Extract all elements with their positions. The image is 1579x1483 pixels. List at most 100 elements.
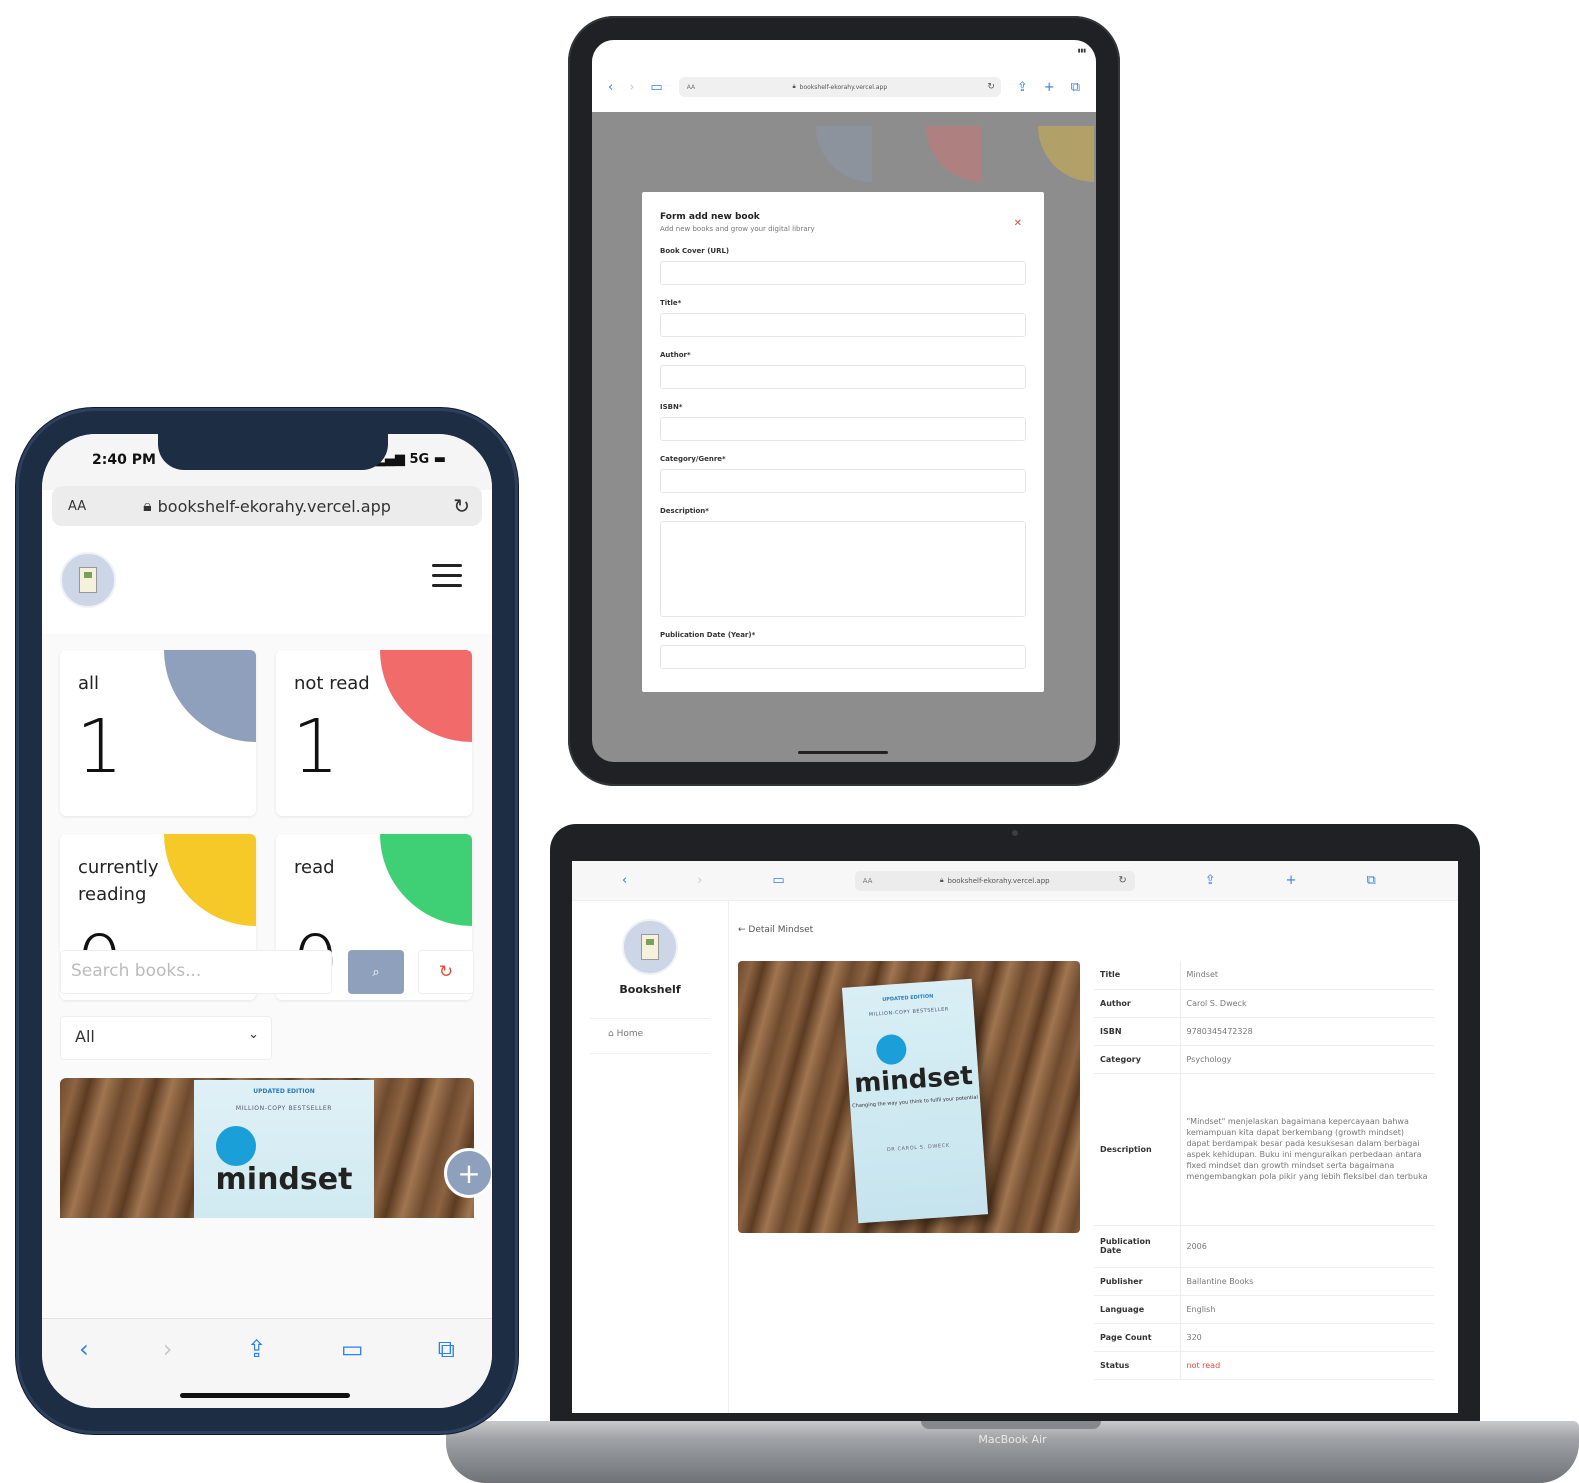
modal-form: Book Cover (URL) Title* Author* ISBN* Catego… [660, 247, 1026, 669]
form-field-input[interactable] [660, 469, 1026, 493]
share-icon[interactable]: ⇪ [1017, 81, 1028, 94]
field-label: Category/Genre* [660, 455, 726, 463]
form-field-input[interactable] [660, 365, 1026, 389]
tabs-icon[interactable]: ⧉ [1071, 81, 1080, 94]
reader-mode-button[interactable]: AA [687, 84, 695, 91]
book-cover: UPDATED EDITION MILLION-COPY BESTSELLER … [194, 1080, 374, 1218]
reload-icon[interactable]: ↻ [453, 494, 470, 518]
reload-icon[interactable]: ↻ [987, 82, 995, 92]
reader-mode-button[interactable]: AA [863, 877, 873, 885]
tabs-icon[interactable]: ⧉ [1367, 874, 1376, 887]
logo[interactable] [622, 919, 678, 975]
reader-mode-button[interactable]: AA [68, 499, 86, 514]
share-icon[interactable]: ⇪ [1205, 874, 1216, 887]
book-open-icon[interactable]: ▭ [772, 874, 784, 887]
hamburger-icon[interactable] [432, 564, 462, 594]
plus-icon: + [457, 1156, 481, 1190]
laptop-hinge-notch [921, 1421, 1101, 1429]
chevron-left-icon[interactable]: ‹ [79, 1335, 89, 1408]
detail-value: not read [1180, 1351, 1434, 1380]
tablet-screen: ▮▮▮ ‹ › ▭ AA 🔒︎ bookshelf-ekorahy.vercel… [592, 40, 1096, 762]
reload-icon[interactable]: ↻ [1118, 875, 1126, 886]
form-field-input[interactable] [660, 313, 1026, 337]
detail-value: Mindset [1180, 961, 1434, 990]
chevron-right-icon[interactable]: › [697, 874, 702, 887]
sidebar-divider [728, 901, 729, 1413]
phone-screen: 2:40 PM ▂▄▆ 5G ▬ AA 🔒︎ bookshelf-ekorahy… [42, 434, 492, 1408]
phone-url-bar[interactable]: AA 🔒︎ bookshelf-ekorahy.vercel.app ↻ [52, 486, 482, 526]
chevron-right-icon[interactable]: › [163, 1335, 173, 1408]
laptop-base: MacBook Air [446, 1421, 1579, 1483]
table-row: Publication Date 2006 [1094, 1225, 1434, 1268]
tablet-bg-card [984, 126, 1094, 196]
book-logo-icon [79, 567, 97, 593]
table-row: Page Count 320 [1094, 1323, 1434, 1352]
breadcrumb-back-link[interactable]: ← Detail Mindset [738, 925, 813, 935]
book-detail-table: Title Mindset Author Carol S. Dweck ISBN 9780… [1094, 961, 1434, 1380]
reset-button[interactable]: ↻ [418, 950, 474, 994]
add-book-button[interactable]: + [444, 1148, 492, 1198]
cover-edition: UPDATED EDITION [253, 1088, 315, 1095]
phone-page: all1not read1currently reading0read0 Sea… [42, 538, 492, 1318]
cover-banner: MILLION-COPY BESTSELLER [868, 1006, 949, 1019]
book-logo-icon [641, 934, 659, 960]
lock-icon: 🔒︎ [143, 496, 152, 515]
tabs-icon[interactable]: ⧉ [438, 1335, 455, 1408]
book-open-icon[interactable]: ▭ [650, 81, 662, 94]
field-label: Title* [660, 299, 682, 307]
stat-card[interactable]: all 1 [60, 650, 256, 816]
chevron-left-icon[interactable]: ‹ [608, 81, 613, 94]
detail-value: English [1180, 1295, 1434, 1324]
stat-card[interactable]: not read 1 [276, 650, 472, 816]
laptop-browser-toolbar: ‹ › ▭ AA 🔒︎ bookshelf-ekorahy.vercel.app… [572, 861, 1458, 901]
table-row: Description "Mindset" menjelaskan bagaima… [1094, 1073, 1434, 1226]
phone-status-time: 2:40 PM [92, 452, 156, 468]
close-icon[interactable]: ✕ [1014, 218, 1022, 229]
sidebar: Bookshelf ⌂ Home [590, 901, 710, 1081]
search-input[interactable]: Search books... [60, 950, 332, 994]
phone-url-text: bookshelf-ekorahy.vercel.app [157, 496, 391, 516]
phone-home-indicator [180, 1393, 350, 1398]
laptop-camera [1012, 830, 1018, 836]
detail-value: "Mindset" menjelaskan bagaimana kepercay… [1180, 1073, 1434, 1226]
laptop-model-label: MacBook Air [978, 1433, 1047, 1446]
modal-subtitle: Add new books and grow your digital libr… [660, 225, 815, 233]
detail-key: Page Count [1094, 1323, 1181, 1352]
cover-dot [216, 1126, 256, 1166]
status-filter-select[interactable]: All ⌄ [60, 1016, 272, 1060]
form-field-input[interactable] [660, 521, 1026, 617]
chevron-right-icon[interactable]: › [629, 81, 634, 94]
field-label: ISBN* [660, 403, 683, 411]
laptop-device: ‹ › ▭ AA 🔒︎ bookshelf-ekorahy.vercel.app… [550, 824, 1480, 1444]
stat-card-count: 1 [292, 704, 340, 790]
form-field-input[interactable] [660, 645, 1026, 669]
book-card-image[interactable]: UPDATED EDITION MILLION-COPY BESTSELLER … [60, 1078, 474, 1218]
detail-value: 9780345472328 [1180, 1017, 1434, 1046]
detail-key: Author [1094, 989, 1181, 1018]
add-book-modal: Form add new book Add new books and grow… [642, 192, 1044, 692]
table-row: Language English [1094, 1295, 1434, 1324]
table-row: Status not read [1094, 1351, 1434, 1380]
chevron-down-icon: ⌄ [248, 1027, 259, 1042]
book-cover-image: UPDATED EDITION MILLION-COPY BESTSELLER … [738, 961, 1080, 1233]
form-field-input[interactable] [660, 261, 1026, 285]
logo[interactable] [60, 552, 116, 608]
sidebar-item-home[interactable]: ⌂ Home [590, 1018, 710, 1054]
card-accent [816, 126, 872, 182]
new-tab-icon[interactable]: + [1286, 874, 1297, 887]
field-label: Description* [660, 507, 709, 515]
stat-card-label: read [294, 857, 335, 878]
book-cover: UPDATED EDITION MILLION-COPY BESTSELLER … [841, 978, 989, 1224]
detail-key: Description [1094, 1073, 1181, 1226]
table-row: Author Carol S. Dweck [1094, 989, 1434, 1018]
stat-card-accent [164, 650, 256, 742]
tablet-url-bar[interactable]: AA 🔒︎ bookshelf-ekorahy.vercel.app ↻ [678, 77, 1001, 97]
chevron-left-icon[interactable]: ‹ [622, 874, 627, 887]
search-button[interactable]: ⌕ [348, 950, 404, 994]
detail-key: Publisher [1094, 1267, 1181, 1296]
detail-key: ISBN [1094, 1017, 1181, 1046]
form-field-input[interactable] [660, 417, 1026, 441]
new-tab-icon[interactable]: + [1044, 81, 1055, 94]
detail-value: 2006 [1180, 1225, 1434, 1268]
laptop-url-bar[interactable]: AA 🔒︎ bookshelf-ekorahy.vercel.app ↻ [854, 870, 1135, 891]
